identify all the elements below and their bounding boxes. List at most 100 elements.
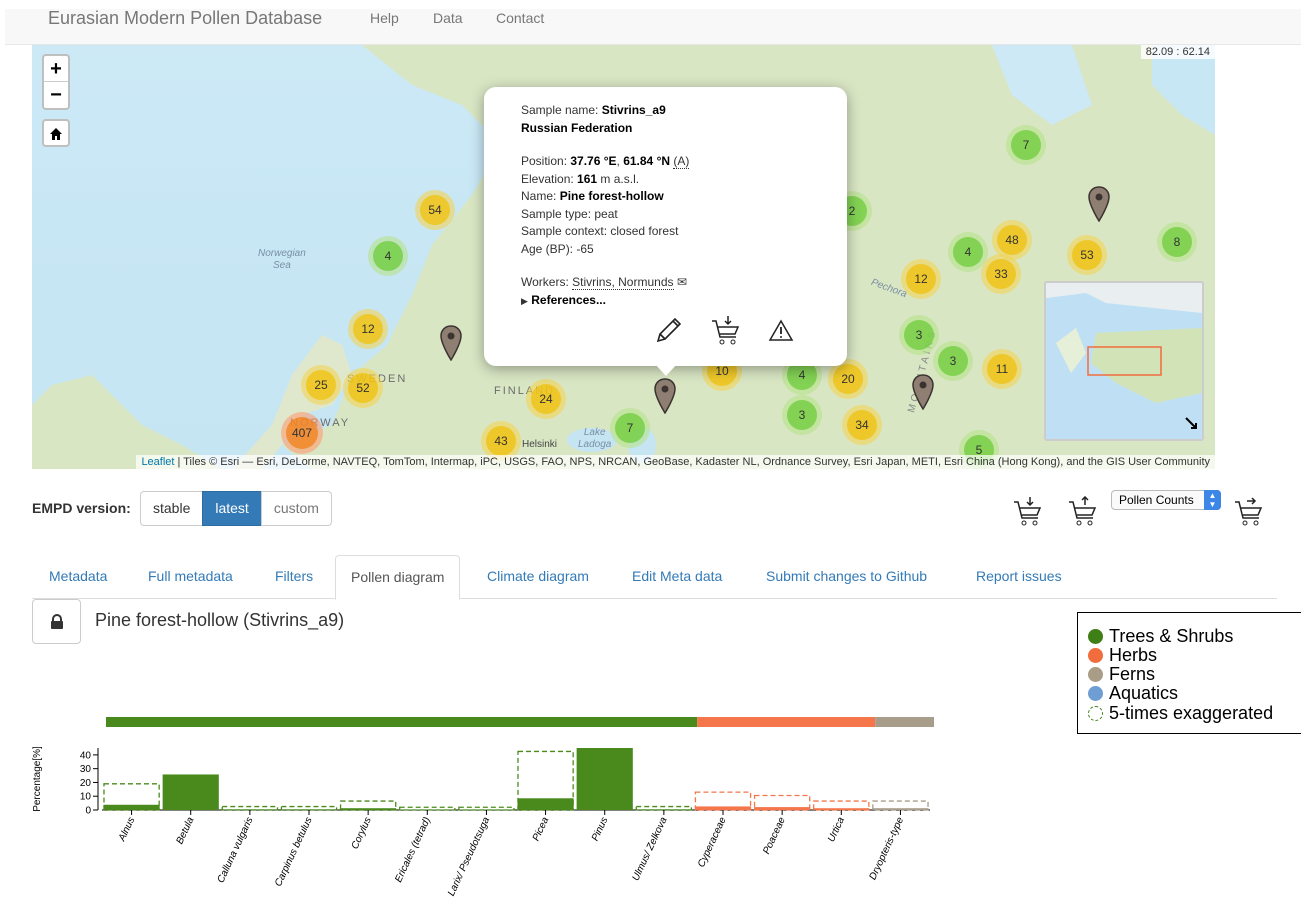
tab-bar: Metadata Full metadata Filters Pollen di… xyxy=(32,555,1277,600)
map-cluster[interactable]: 52 xyxy=(343,368,383,408)
taxon-label: Dryopteris-type xyxy=(868,815,907,881)
position-flag[interactable]: (A) xyxy=(673,154,690,169)
y-axis-label: Percentage[%] xyxy=(32,746,43,812)
tab-filters[interactable]: Filters xyxy=(260,555,328,599)
map-cluster[interactable]: 34 xyxy=(842,405,882,445)
taxon-bar xyxy=(813,808,870,810)
sample-name: Stivrins_a9 xyxy=(601,103,666,117)
map-cluster[interactable]: 33 xyxy=(981,254,1021,294)
map-cluster[interactable]: 24 xyxy=(526,379,566,419)
map-cluster[interactable]: 407 xyxy=(281,412,323,454)
map-cluster[interactable]: 3 xyxy=(899,315,939,355)
map-cluster[interactable]: 7 xyxy=(610,408,650,448)
map-marker-icon[interactable] xyxy=(439,325,463,361)
map-marker-icon[interactable] xyxy=(1087,186,1111,222)
upload-cart-icon[interactable] xyxy=(1067,496,1099,528)
cursor-coordinates: 82.09 : 62.14 xyxy=(1140,45,1215,59)
leaflet-link[interactable]: Leaflet xyxy=(141,456,174,468)
download-cart-icon[interactable] xyxy=(710,315,742,347)
warning-icon[interactable] xyxy=(768,318,794,344)
taxon-bar xyxy=(162,774,219,810)
legend-item-aquatics: Aquatics xyxy=(1088,684,1178,703)
sample-context: Sample context: closed forest xyxy=(521,224,679,238)
y-tick-label: 20 xyxy=(80,778,92,789)
sample-popup: Sample name: Stivrins_a9 Russian Federat… xyxy=(484,87,847,366)
map-cluster[interactable]: 12 xyxy=(348,309,388,349)
y-tick-label: 10 xyxy=(80,792,92,803)
brand-title[interactable]: Eurasian Modern Pollen Database xyxy=(48,9,322,27)
popup-tip xyxy=(655,364,677,376)
version-toggle: stable latest custom xyxy=(140,491,332,526)
taxon-label: Corylus xyxy=(350,816,374,851)
map-attribution: Leaflet | Tiles © Esri — Esri, DeLorme, … xyxy=(136,455,1215,469)
sample-elevation: Elevation: 161 m a.s.l. xyxy=(521,171,640,186)
tab-climate-diagram[interactable]: Climate diagram xyxy=(472,555,604,599)
map-cluster[interactable]: 53 xyxy=(1067,235,1107,275)
map-cluster[interactable]: 25 xyxy=(301,365,341,405)
references-toggle[interactable]: ▶ References... xyxy=(521,292,821,311)
map-cluster[interactable]: 12 xyxy=(901,259,941,299)
tab-submit-changes[interactable]: Submit changes to Github xyxy=(751,555,942,599)
pollen-diagram-chart: 0 10 20 30 40 Percentage[%] Alnus Betula Calluna… xyxy=(32,717,934,898)
taxon-bar xyxy=(340,808,397,810)
tab-full-metadata[interactable]: Full metadata xyxy=(133,555,248,599)
taxon-bar xyxy=(694,806,752,810)
version-latest-button[interactable]: latest xyxy=(202,491,262,526)
edit-pencil-icon[interactable] xyxy=(654,315,684,345)
diagram-title: Pine forest-hollow (Stivrins_a9) xyxy=(95,610,345,630)
workers-link[interactable]: Stivrins, Normunds xyxy=(572,275,674,290)
taxon-label: Ericales (tetrad) xyxy=(393,816,433,885)
legend-item-exaggerated: 5-times exaggerated xyxy=(1088,704,1273,723)
export-format-select[interactable]: Pollen Counts ▲ ▼ xyxy=(1111,490,1221,510)
disclosure-triangle-icon: ▶ xyxy=(521,295,528,306)
sample-age: Age (BP): -65 xyxy=(521,241,594,256)
nav-help[interactable]: Help xyxy=(370,10,399,26)
nav-contact[interactable]: Contact xyxy=(496,10,544,26)
zoom-out-button[interactable]: − xyxy=(44,82,68,108)
map-cluster[interactable]: 11 xyxy=(982,349,1022,389)
taxon-label: Poaceae xyxy=(761,815,788,856)
map-cluster[interactable]: 3 xyxy=(933,341,973,381)
taxon-bar xyxy=(872,808,929,810)
taxon-label: Urtica xyxy=(826,815,847,844)
minimap[interactable] xyxy=(1044,281,1204,441)
taxon-label: Larix/ Pseudotsuga xyxy=(446,815,492,898)
map-marker-icon[interactable] xyxy=(653,378,677,414)
taxon-label: Calluna vulgaris xyxy=(216,816,256,885)
group-summary-segment xyxy=(697,717,876,727)
y-tick-label: 0 xyxy=(85,806,91,817)
home-button[interactable] xyxy=(42,119,70,147)
city-label-helsinki: Helsinki xyxy=(522,439,558,450)
taxon-label: Betula xyxy=(174,815,196,846)
map-marker-icon[interactable] xyxy=(911,374,935,410)
select-arrows-icon: ▲ ▼ xyxy=(1204,490,1221,510)
mail-icon[interactable]: ✉ xyxy=(677,275,687,289)
tab-metadata[interactable]: Metadata xyxy=(34,555,122,599)
map-cluster[interactable]: 8 xyxy=(1157,222,1197,262)
sample-position: Position: 37.76 °E, 61.84 °N (A) xyxy=(521,154,690,169)
taxon-label: Picea xyxy=(531,815,552,843)
tab-edit-meta-data[interactable]: Edit Meta data xyxy=(617,555,737,599)
download-cart-icon[interactable] xyxy=(1012,496,1044,528)
map-cluster[interactable]: 54 xyxy=(415,190,455,230)
legend-item-trees: Trees & Shrubs xyxy=(1088,627,1233,646)
map-cluster[interactable]: 4 xyxy=(368,236,408,276)
map-cluster[interactable]: 7 xyxy=(1006,125,1046,165)
zoom-control: + − xyxy=(42,54,70,110)
version-custom-button[interactable]: custom xyxy=(260,491,332,526)
taxon-bar xyxy=(221,809,278,810)
lock-button[interactable] xyxy=(32,599,81,644)
taxon-bar xyxy=(458,809,515,810)
version-stable-button[interactable]: stable xyxy=(140,491,204,526)
zoom-in-button[interactable]: + xyxy=(44,56,68,82)
map-cluster[interactable]: 3 xyxy=(782,395,822,435)
nav-data[interactable]: Data xyxy=(433,10,463,26)
lock-icon xyxy=(50,614,63,629)
minimap-view xyxy=(1046,283,1202,439)
tab-report-issues[interactable]: Report issues xyxy=(961,555,1077,599)
tab-pollen-diagram[interactable]: Pollen diagram xyxy=(335,555,461,600)
navbar: Eurasian Modern Pollen Database Help Dat… xyxy=(5,9,1301,45)
sample-type: Sample type: peat xyxy=(521,206,618,221)
sample-site-name: Name: Pine forest-hollow xyxy=(521,189,664,203)
export-cart-icon[interactable] xyxy=(1233,496,1265,528)
